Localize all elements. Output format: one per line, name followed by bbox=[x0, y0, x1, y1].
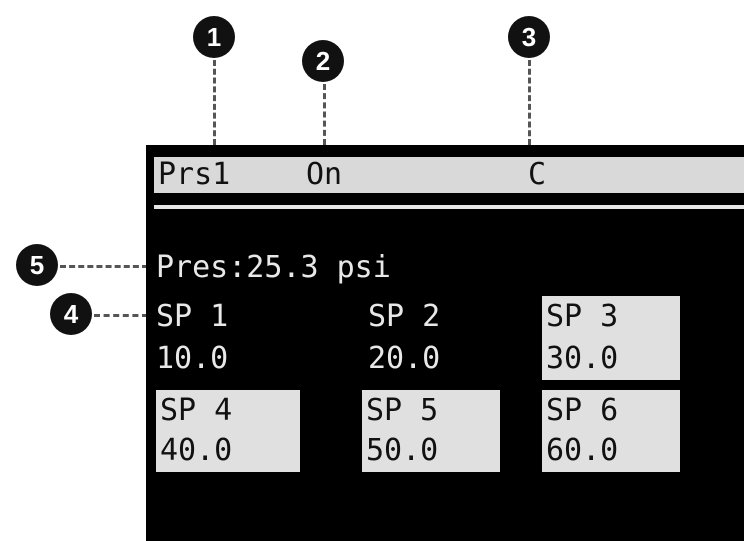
setpoint-3-value: 30.0 bbox=[546, 341, 619, 376]
setpoint-6-box[interactable]: SP 6 60.0 bbox=[542, 390, 680, 472]
callout-1-leader-line bbox=[213, 60, 216, 145]
callout-2-leader-line bbox=[323, 84, 326, 145]
setpoint-4-box[interactable]: SP 4 40.0 bbox=[156, 390, 300, 472]
setpoint-3-box[interactable]: SP 3 30.0 bbox=[542, 296, 680, 380]
setpoint-4-label: SP 4 bbox=[160, 393, 233, 428]
setpoint-3-label: SP 3 bbox=[546, 299, 619, 334]
program-state: On bbox=[306, 157, 343, 192]
control-mode: C bbox=[528, 157, 547, 192]
callout-5-leader-line bbox=[60, 265, 148, 268]
setpoint-5-value: 50.0 bbox=[366, 433, 439, 468]
setpoint-6-value: 60.0 bbox=[546, 433, 619, 468]
setpoint-4-value: 40.0 bbox=[160, 433, 233, 468]
pressure-reading: Pres:25.3 psi bbox=[156, 250, 391, 285]
setpoint-1-label: SP 1 bbox=[156, 299, 229, 334]
program-name: Prs1 bbox=[158, 157, 231, 192]
lcd-screen: Prs1 On C Pres:25.3 psi SP 1 10.0 SP 2 2… bbox=[146, 145, 744, 541]
callout-3-leader-line bbox=[528, 60, 531, 145]
callout-4: 4 bbox=[50, 293, 92, 335]
callout-1: 1 bbox=[193, 16, 235, 58]
header-divider bbox=[154, 205, 744, 209]
status-header-bar: Prs1 On C bbox=[154, 157, 744, 193]
setpoint-6-label: SP 6 bbox=[546, 393, 619, 428]
setpoint-2-label: SP 2 bbox=[368, 299, 441, 334]
setpoint-1-value: 10.0 bbox=[156, 341, 229, 376]
setpoint-2-value: 20.0 bbox=[368, 341, 441, 376]
callout-5: 5 bbox=[16, 244, 58, 286]
setpoint-5-label: SP 5 bbox=[366, 393, 439, 428]
setpoint-5-box[interactable]: SP 5 50.0 bbox=[362, 390, 500, 472]
callout-4-leader-line bbox=[94, 314, 148, 317]
callout-3: 3 bbox=[508, 16, 550, 58]
callout-2: 2 bbox=[302, 40, 344, 82]
